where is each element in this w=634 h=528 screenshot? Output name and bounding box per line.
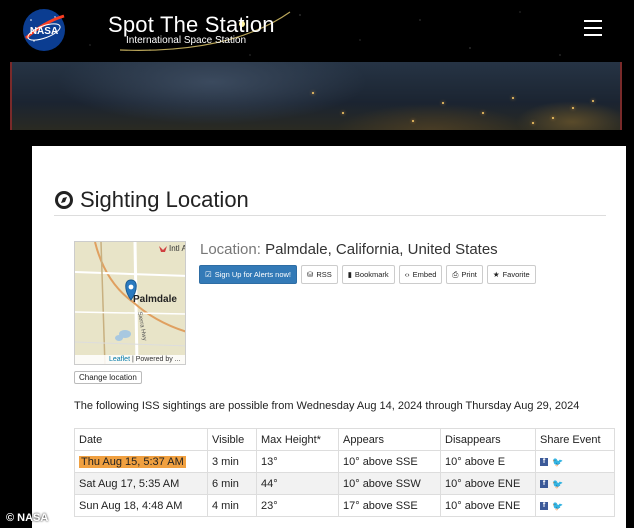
change-location-button[interactable]: Change location (74, 371, 142, 384)
location-label: Location: (200, 241, 261, 258)
col-appears: Appears (338, 428, 441, 451)
favorite-button[interactable]: ★ Favorite (486, 265, 536, 284)
site-subtitle: International Space Station (126, 35, 247, 46)
map-airport-label: Intl Af (169, 244, 186, 253)
map-tiles: Intl Af Palmdale Sierra Hwy (75, 242, 186, 364)
rss-icon: ⛁ (307, 270, 314, 279)
hamburger-menu-icon[interactable] (584, 20, 602, 36)
sightings-table: Date Visible Max Height* Appears Disappe… (74, 428, 615, 517)
attribution-text: | Powered by ... (131, 356, 181, 363)
print-label: Print (461, 270, 477, 279)
table-header-row: Date Visible Max Height* Appears Disappe… (74, 428, 615, 451)
facebook-icon[interactable]: f (540, 479, 548, 488)
row-share: f 🐦 (535, 472, 615, 495)
star-icon: ★ (492, 270, 500, 279)
col-max-height: Max Height* (256, 428, 339, 451)
facebook-icon[interactable]: f (540, 501, 548, 510)
row-visible: 6 min (207, 472, 257, 495)
bookmark-label: Bookmark (354, 270, 389, 279)
table-row[interactable]: Sat Aug 17, 5:35 AM 6 min 44° 10° above … (74, 472, 615, 495)
row-appears: 17° above SSE (338, 494, 441, 517)
row-disappears: 10° above E (440, 450, 536, 473)
checkbox-icon: ☑ (205, 270, 212, 279)
col-visible: Visible (207, 428, 257, 451)
row-share: f 🐦 (535, 450, 615, 473)
main-content: Sighting Location Intl Af Palmdale Sierr… (32, 146, 626, 528)
twitter-icon[interactable]: 🐦 (552, 457, 563, 466)
print-icon: ⎙ (452, 270, 459, 279)
location-heading: Location: Palmdale, California, United S… (200, 241, 498, 258)
page-title: Sighting Location (80, 187, 249, 212)
action-buttons: ☑ Sign Up for Alerts now! ⛁ RSS ▮ Bookmark … (199, 265, 536, 284)
site-header: NASA Spot The Station International Spac… (0, 0, 634, 62)
date-highlight: Thu Aug 15, 5:37 AM (79, 455, 186, 468)
compass-icon (55, 191, 73, 209)
table-row[interactable]: Sun Aug 18, 4:48 AM 4 min 23° 17° above … (74, 494, 615, 517)
signup-label: Sign Up for Alerts now! (214, 270, 292, 279)
col-date: Date (74, 428, 208, 451)
row-date: Sun Aug 18, 4:48 AM (74, 494, 208, 517)
row-visible: 4 min (207, 494, 257, 517)
row-disappears: 10° above ENE (440, 472, 536, 495)
row-appears: 10° above SSE (338, 450, 441, 473)
rss-label: RSS (316, 270, 332, 279)
earth-at-night-banner (10, 62, 622, 130)
table-row[interactable]: Thu Aug 15, 5:37 AM 3 min 13° 10° above … (74, 450, 615, 473)
map-attribution: Leaflet | Powered by ... (75, 355, 185, 364)
twitter-icon[interactable]: 🐦 (552, 479, 563, 488)
bookmark-icon: ▮ (347, 270, 352, 279)
row-date: Sat Aug 17, 5:35 AM (74, 472, 208, 495)
row-max-height: 44° (256, 472, 339, 495)
embed-label: Embed (412, 270, 437, 279)
row-visible: 3 min (207, 450, 257, 473)
col-share: Share Event (535, 428, 615, 451)
location-map[interactable]: Intl Af Palmdale Sierra Hwy Leaflet | Po… (74, 241, 186, 365)
divider (54, 215, 606, 216)
starfield-background (0, 0, 634, 62)
facebook-icon[interactable]: f (540, 457, 548, 466)
location-value: Palmdale, California, United States (265, 241, 498, 258)
row-date: Thu Aug 15, 5:37 AM (74, 450, 208, 473)
signup-alerts-button[interactable]: ☑ Sign Up for Alerts now! (199, 265, 298, 284)
nasa-logo[interactable]: NASA (22, 8, 66, 52)
map-city-label: Palmdale (133, 294, 177, 305)
embed-button[interactable]: ‹› Embed (398, 265, 443, 284)
nasa-logo-text: NASA (30, 26, 58, 37)
row-share: f 🐦 (535, 494, 615, 517)
print-button[interactable]: ⎙ Print (446, 265, 483, 284)
bookmark-button[interactable]: ▮ Bookmark (341, 265, 395, 284)
nasa-watermark: © NASA (6, 512, 49, 524)
row-max-height: 23° (256, 494, 339, 517)
rss-button[interactable]: ⛁ RSS (301, 265, 338, 284)
row-appears: 10° above SSW (338, 472, 441, 495)
sightings-intro: The following ISS sightings are possible… (74, 400, 580, 412)
favorite-label: Favorite (502, 270, 530, 279)
twitter-icon[interactable]: 🐦 (552, 501, 563, 510)
row-max-height: 13° (256, 450, 339, 473)
row-disappears: 10° above ENE (440, 494, 536, 517)
code-icon: ‹› (404, 270, 410, 279)
leaflet-link[interactable]: Leaflet (109, 356, 130, 363)
col-disappears: Disappears (440, 428, 536, 451)
